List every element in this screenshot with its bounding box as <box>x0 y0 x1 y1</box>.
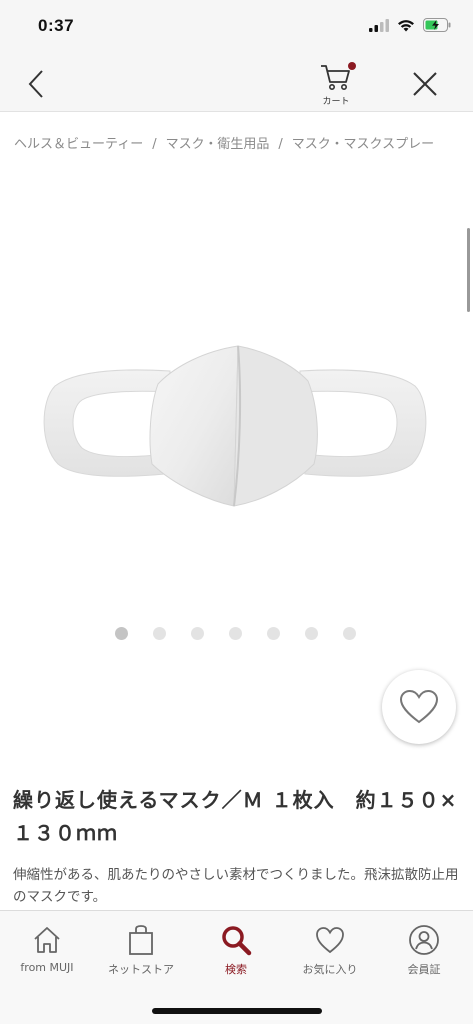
breadcrumb: ヘルス＆ビューティー / マスク・衛生用品 / マスク・マスクスプレー <box>14 134 462 156</box>
back-button[interactable] <box>18 64 54 104</box>
heart-outline-icon <box>399 689 439 724</box>
tab-search[interactable]: 検索 <box>191 923 281 977</box>
home-indicator <box>152 1008 322 1014</box>
search-icon <box>222 926 252 956</box>
close-button[interactable] <box>407 66 443 102</box>
tab-favorites[interactable]: お気に入り <box>285 923 375 977</box>
carousel-dot[interactable] <box>229 627 242 640</box>
signal-icon <box>369 18 389 32</box>
carousel-dot[interactable] <box>267 627 280 640</box>
status-time: 0:37 <box>38 16 75 35</box>
battery-icon <box>423 18 451 32</box>
close-icon <box>413 72 437 96</box>
shopping-bag-icon <box>129 925 153 955</box>
status-bar: 0:37 <box>0 0 473 58</box>
nav-header: カート <box>0 58 473 112</box>
carousel-dot[interactable] <box>191 627 204 640</box>
breadcrumb-item-mask-spray[interactable]: マスク・マスクスプレー <box>292 137 434 152</box>
tab-label: 検索 <box>225 963 247 976</box>
tab-net-store[interactable]: ネットストア <box>96 923 186 977</box>
page-scrollbar[interactable] <box>467 228 470 312</box>
tab-label: ネットストア <box>108 963 174 976</box>
bottom-tab-bar: from MUJI ネットストア 検索 お気に入り 会員証 <box>0 910 473 1024</box>
status-icons <box>369 18 451 32</box>
product-title: 繰り返し使えるマスク／Ｍ １枚入 約１５０×１３０ｍｍ <box>13 788 458 845</box>
member-card-icon <box>409 925 439 955</box>
carousel-pagination <box>115 627 356 640</box>
chevron-left-icon <box>28 70 43 98</box>
cart-button[interactable]: カート <box>308 62 364 110</box>
cart-badge-dot <box>348 62 356 70</box>
favorite-button[interactable] <box>382 670 456 744</box>
breadcrumb-separator: / <box>152 137 157 152</box>
tab-from-muji[interactable]: from MUJI <box>2 923 92 974</box>
carousel-dot[interactable] <box>305 627 318 640</box>
carousel-dot[interactable] <box>153 627 166 640</box>
wifi-icon <box>398 19 414 31</box>
breadcrumb-item-health-beauty[interactable]: ヘルス＆ビューティー <box>14 137 143 152</box>
product-description: 伸縮性がある、肌あたりのやさしい素材でつくりました。飛沫拡散防止用のマスクです。 <box>13 867 459 905</box>
carousel-dot[interactable] <box>343 627 356 640</box>
product-mask-image <box>43 345 427 507</box>
breadcrumb-item-mask-hygiene[interactable]: マスク・衛生用品 <box>166 137 270 152</box>
tab-label: お気に入り <box>302 963 358 976</box>
tab-member-card[interactable]: 会員証 <box>379 923 469 977</box>
heart-icon <box>316 927 344 954</box>
home-icon <box>34 927 60 953</box>
cart-label: カート <box>322 97 350 107</box>
tab-label: from MUJI <box>20 961 74 974</box>
tab-label: 会員証 <box>407 963 441 976</box>
product-image-carousel[interactable] <box>0 196 473 616</box>
breadcrumb-separator: / <box>278 137 283 152</box>
carousel-dot[interactable] <box>115 627 128 640</box>
